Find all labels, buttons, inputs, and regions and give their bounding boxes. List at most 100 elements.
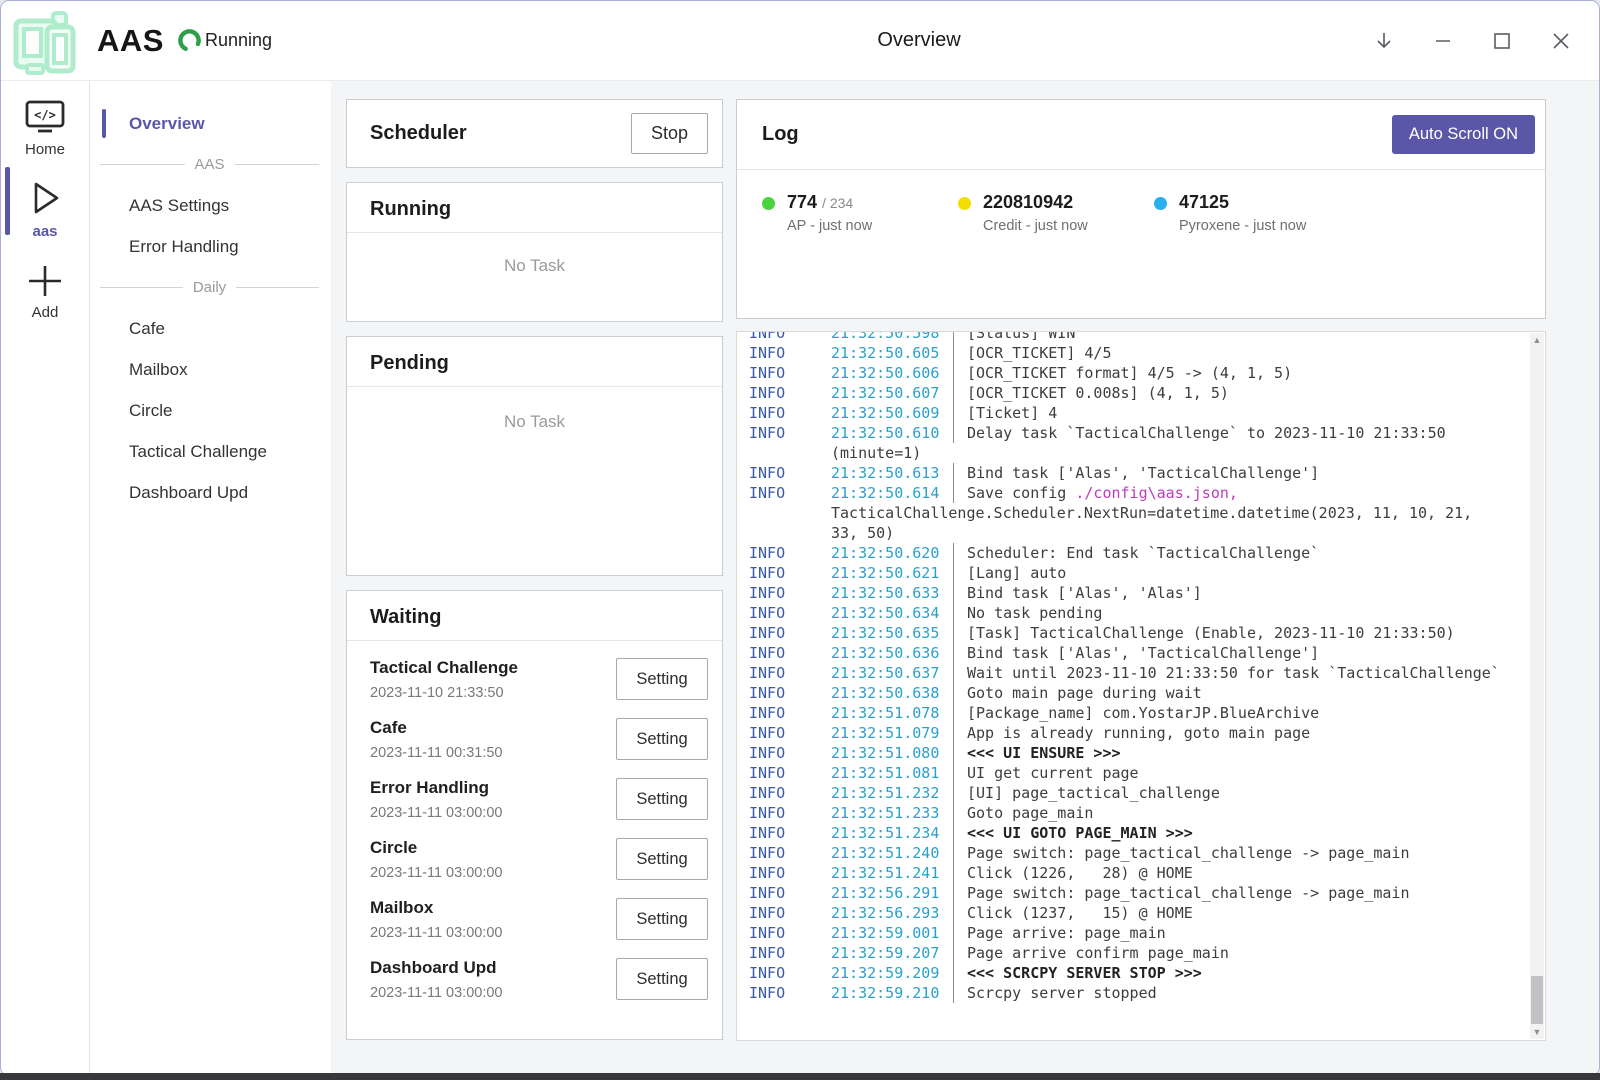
scroll-up-icon[interactable]: ▲ — [1530, 333, 1544, 347]
log-level: INFO — [749, 883, 831, 903]
log-level: INFO — [749, 963, 831, 983]
log-level: INFO — [749, 583, 831, 603]
log-timestamp: 21:32:50.637 — [831, 663, 953, 683]
titlebar: AAS Running Overview — [1, 1, 1599, 81]
log-timestamp: 21:32:51.234 — [831, 823, 953, 843]
nav-item-label: Error Handling — [129, 237, 239, 257]
nav-item-circle[interactable]: Circle — [90, 390, 331, 431]
stat-value: 47125 — [1179, 192, 1306, 213]
nav-section-divider-aas: AAS — [90, 144, 331, 185]
log-level: INFO — [749, 683, 831, 703]
log-line: INFO21:32:50.620Scheduler: End task `Tac… — [749, 543, 1529, 563]
log-timestamp: 21:32:59.209 — [831, 963, 953, 983]
log-scrollbar[interactable]: ▲ ▼ — [1530, 333, 1544, 1039]
log-timestamp: 21:32:50.605 — [831, 343, 953, 363]
log-path-segment: ./config\aas.json, — [1075, 484, 1238, 502]
minimize-icon[interactable] — [1431, 29, 1455, 53]
setting-button-mailbox[interactable]: Setting — [616, 898, 708, 940]
rail-item-add[interactable]: Add — [26, 264, 64, 321]
setting-button-error-handling[interactable]: Setting — [616, 778, 708, 820]
pending-title: Pending — [370, 352, 449, 374]
log-level: INFO — [749, 483, 831, 503]
log-line: INFO21:32:56.293Click (1237, 15) @ HOME — [749, 903, 1529, 923]
log-line: INFO21:32:50.634No task pending — [749, 603, 1529, 623]
nav-item-error-handling[interactable]: Error Handling — [90, 226, 331, 267]
divider-line — [100, 287, 183, 288]
log-message: <<< UI GOTO PAGE_MAIN >>> — [953, 823, 1529, 843]
setting-button-dashboard-upd[interactable]: Setting — [616, 958, 708, 1000]
log-line: INFO21:32:51.079App is already running, … — [749, 723, 1529, 743]
log-timestamp: 21:32:51.233 — [831, 803, 953, 823]
task-name: Circle — [370, 838, 503, 858]
task-info: Circle2023-11-11 03:00:00 — [370, 838, 503, 881]
nav-item-tactical-challenge[interactable]: Tactical Challenge — [90, 431, 331, 472]
update-download-icon[interactable] — [1372, 29, 1396, 53]
log-timestamp: 21:32:59.210 — [831, 983, 953, 1003]
log-line: INFO21:32:50.607[OCR_TICKET 0.008s] (4, … — [749, 383, 1529, 403]
log-level: INFO — [749, 543, 831, 563]
log-level: INFO — [749, 923, 831, 943]
log-line-continuation: TacticalChallenge.Scheduler.NextRun=date… — [749, 503, 1529, 523]
log-timestamp: 21:32:50.614 — [831, 483, 953, 503]
log-line: INFO21:32:50.613Bind task ['Alas', 'Tact… — [749, 463, 1529, 483]
rail-item-home[interactable]: </> Home — [24, 99, 66, 158]
running-title: Running — [370, 198, 451, 220]
log-message: UI get current page — [953, 763, 1529, 783]
log-line: INFO21:32:51.240Page switch: page_tactic… — [749, 843, 1529, 863]
log-level: INFO — [749, 703, 831, 723]
log-level: INFO — [749, 843, 831, 863]
maximize-icon[interactable] — [1490, 29, 1514, 53]
log-message: Bind task ['Alas', 'TacticalChallenge'] — [953, 643, 1529, 663]
task-info: Mailbox2023-11-11 03:00:00 — [370, 898, 503, 941]
stat-value: 220810942 — [983, 192, 1088, 213]
log-level: INFO — [749, 723, 831, 743]
nav-item-label: Mailbox — [129, 360, 188, 380]
log-message: Scheduler: End task `TacticalChallenge` — [953, 543, 1529, 563]
waiting-task-circle: Circle2023-11-11 03:00:00 Setting — [370, 829, 708, 889]
log-line-continuation: (minute=1) — [749, 443, 1529, 463]
log-line: INFO21:32:50.598[Status] WIN — [749, 331, 1529, 343]
task-info: Error Handling2023-11-11 03:00:00 — [370, 778, 503, 821]
scroll-down-icon[interactable]: ▼ — [1530, 1025, 1544, 1039]
log-line: INFO21:32:50.635[Task] TacticalChallenge… — [749, 623, 1529, 643]
nav-item-label: AAS Settings — [129, 196, 229, 216]
log-message: Click (1226, 28) @ HOME — [953, 863, 1529, 883]
stat-value: 774/ 234 — [787, 192, 872, 213]
log-timestamp: 21:32:50.635 — [831, 623, 953, 643]
nav-item-dashboard-upd[interactable]: Dashboard Upd — [90, 472, 331, 513]
setting-button-tactical-challenge[interactable]: Setting — [616, 658, 708, 700]
setting-button-circle[interactable]: Setting — [616, 838, 708, 880]
scrollbar-thumb[interactable] — [1531, 976, 1543, 1024]
rail-item-aas[interactable]: aas — [26, 179, 64, 240]
log-text-segment: Save config — [967, 484, 1075, 502]
waiting-task-tactical-challenge: Tactical Challenge2023-11-10 21:33:50 Set… — [370, 649, 708, 709]
setting-button-cafe[interactable]: Setting — [616, 718, 708, 760]
log-timestamp: 21:32:50.634 — [831, 603, 953, 623]
close-icon[interactable] — [1549, 29, 1573, 53]
log-level: INFO — [749, 863, 831, 883]
log-message: Bind task ['Alas', 'TacticalChallenge'] — [953, 463, 1529, 483]
log-level: INFO — [749, 643, 831, 663]
nav-item-aas-settings[interactable]: AAS Settings — [90, 185, 331, 226]
log-line: INFO21:32:51.233Goto page_main — [749, 803, 1529, 823]
log-level: INFO — [749, 383, 831, 403]
running-spinner-icon — [177, 28, 202, 53]
app-window: AAS Running Overview — [0, 0, 1600, 1076]
log-timestamp: 21:32:51.232 — [831, 783, 953, 803]
log-message: Goto main page during wait — [953, 683, 1529, 703]
nav-item-overview[interactable]: Overview — [90, 103, 331, 144]
log-line: INFO21:32:59.210Scrcpy server stopped — [749, 983, 1529, 1003]
log-console[interactable]: INFO21:32:50.598[Status] WININFO21:32:50… — [736, 331, 1546, 1041]
stat-ap: 774/ 234AP - just now — [762, 192, 958, 234]
log-timestamp: 21:32:59.001 — [831, 923, 953, 943]
nav-item-mailbox[interactable]: Mailbox — [90, 349, 331, 390]
log-line: INFO21:32:51.080<<< UI ENSURE >>> — [749, 743, 1529, 763]
stop-button[interactable]: Stop — [631, 113, 708, 154]
log-level-empty — [749, 523, 831, 543]
log-level: INFO — [749, 363, 831, 383]
nav-item-cafe[interactable]: Cafe — [90, 308, 331, 349]
nav-section-label: Daily — [193, 279, 226, 296]
auto-scroll-button[interactable]: Auto Scroll ON — [1392, 115, 1535, 154]
task-info: Tactical Challenge2023-11-10 21:33:50 — [370, 658, 518, 701]
nav-section-divider-daily: Daily — [90, 267, 331, 308]
